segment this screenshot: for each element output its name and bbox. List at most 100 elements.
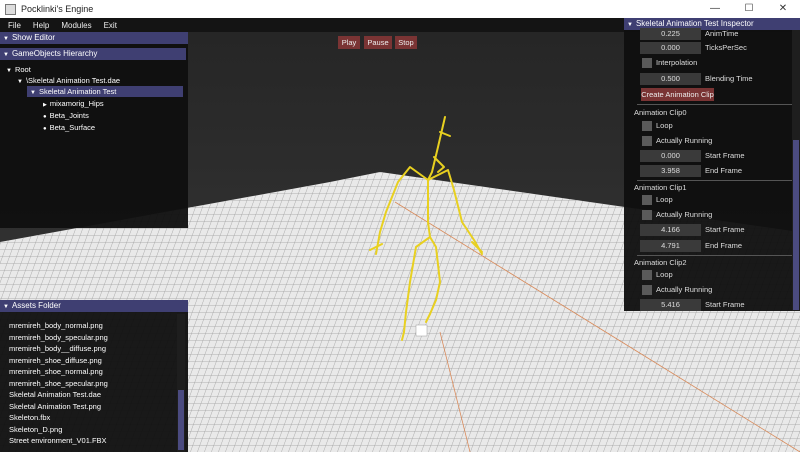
tree-node-root[interactable]: ▼ Root xyxy=(6,64,31,75)
stop-button[interactable]: Stop xyxy=(395,36,417,49)
window-controls: — ☐ ✕ xyxy=(698,0,800,18)
assets-panel-header[interactable]: ▼ Assets Folder xyxy=(0,300,188,312)
asset-file[interactable]: mremireh_shoe_normal.png xyxy=(0,366,180,378)
inspector-panel-title: Skeletal Animation Test Inspector xyxy=(635,19,754,28)
asset-list: mremireh_body_normal.png mremireh_body_s… xyxy=(0,320,180,447)
tree-label: Skeletal Animation Test xyxy=(38,87,117,96)
tree-label: Beta_Surface xyxy=(49,123,96,132)
clip1-start-label: Start Frame xyxy=(705,225,745,234)
anim-time-label: AnimTime xyxy=(705,29,739,38)
inspector-scrollbar-thumb[interactable] xyxy=(793,140,799,310)
leaf-bullet-icon: ● xyxy=(43,126,47,132)
inspector-scrollbar[interactable] xyxy=(792,30,800,311)
clip1-running-checkbox[interactable] xyxy=(642,210,652,220)
assets-panel: ▼ Assets Folder mremireh_body_normal.png … xyxy=(0,300,188,452)
clip0-loop-label: Loop xyxy=(656,121,673,130)
clip0-loop-checkbox[interactable] xyxy=(642,121,652,131)
interpolation-label: Interpolation xyxy=(656,58,698,67)
clip0-end-label: End Frame xyxy=(705,166,743,175)
editor-panel: ▼ Show Editor ▼ GameObjects Hierarchy ▼ Roo… xyxy=(0,32,188,228)
clip-header: Animation Clip0 xyxy=(634,108,687,117)
leaf-bullet-icon: ● xyxy=(43,114,47,120)
hierarchy-header[interactable]: ▼ GameObjects Hierarchy xyxy=(0,48,186,60)
blending-time-field[interactable]: 0.500 xyxy=(640,73,701,85)
scene-cube[interactable] xyxy=(415,324,428,337)
clip1-loop-label: Loop xyxy=(656,195,673,204)
clip2-loop-checkbox[interactable] xyxy=(642,270,652,280)
editor-panel-header[interactable]: ▼ Show Editor xyxy=(0,32,188,44)
menu-modules[interactable]: Modules xyxy=(61,21,91,30)
clip2-running-checkbox[interactable] xyxy=(642,285,652,295)
clip0-start-field[interactable]: 0.000 xyxy=(640,150,701,162)
expanded-icon: ▼ xyxy=(30,90,36,96)
tree-label: \Skeletal Animation Test.dae xyxy=(25,76,121,85)
collapse-icon[interactable]: ▼ xyxy=(3,52,9,58)
asset-file[interactable]: Skeleton.fbx xyxy=(0,412,180,424)
close-icon[interactable]: ✕ xyxy=(766,0,800,18)
assets-scrollbar[interactable] xyxy=(177,314,185,452)
inspector-panel: ▼ Skeletal Animation Test Inspector 0.225… xyxy=(624,18,800,311)
collapse-icon[interactable]: ▼ xyxy=(3,304,9,310)
hierarchy-title: GameObjects Hierarchy xyxy=(11,49,98,58)
clip0-running-checkbox[interactable] xyxy=(642,136,652,146)
clip2-running-label: Actually Running xyxy=(656,285,713,294)
expanded-icon: ▼ xyxy=(17,79,23,85)
separator xyxy=(637,104,800,105)
ticks-per-sec-label: TicksPerSec xyxy=(705,43,747,52)
expanded-icon: ▼ xyxy=(6,68,12,74)
asset-file[interactable]: mremireh_body__diffuse.png xyxy=(0,343,180,355)
tree-node-beta-surface[interactable]: ● Beta_Surface xyxy=(43,122,95,133)
tree-label: mixamorig_Hips xyxy=(49,99,104,108)
asset-file[interactable]: mremireh_shoe_diffuse.png xyxy=(0,355,180,367)
clip2-start-field[interactable]: 5.416 xyxy=(640,299,701,311)
menu-exit[interactable]: Exit xyxy=(104,21,117,30)
tree-node-dae[interactable]: ▼ \Skeletal Animation Test.dae xyxy=(17,75,120,86)
clip1-loop-checkbox[interactable] xyxy=(642,195,652,205)
asset-file[interactable]: Skeletal Animation Test.dae xyxy=(0,389,180,401)
anim-time-field[interactable]: 0.225 xyxy=(640,28,701,40)
collapse-icon[interactable]: ▼ xyxy=(3,36,9,42)
clip1-end-field[interactable]: 4.791 xyxy=(640,240,701,252)
tree-node-beta-joints[interactable]: ● Beta_Joints xyxy=(43,110,89,121)
tree-label: Root xyxy=(14,65,31,74)
app-icon xyxy=(5,3,16,15)
menu-help[interactable]: Help xyxy=(33,21,49,30)
separator xyxy=(637,180,800,181)
clip0-start-label: Start Frame xyxy=(705,151,745,160)
blending-time-label: Blending Time xyxy=(705,74,753,83)
tree-node-mixamorig-hips[interactable]: ▶ mixamorig_Hips xyxy=(43,98,104,109)
clip2-start-label: Start Frame xyxy=(705,300,745,309)
play-button[interactable]: Play xyxy=(338,36,360,49)
ticks-per-sec-field[interactable]: 0.000 xyxy=(640,42,701,54)
clip2-loop-label: Loop xyxy=(656,270,673,279)
menu-file[interactable]: File xyxy=(8,21,21,30)
asset-file[interactable]: mremireh_body_specular.png xyxy=(0,332,180,344)
clip-header: Animation Clip2 xyxy=(634,258,687,267)
window-title: Pocklinki's Engine xyxy=(21,4,94,14)
clip1-running-label: Actually Running xyxy=(656,210,713,219)
pause-button[interactable]: Pause xyxy=(364,36,392,49)
interpolation-checkbox[interactable] xyxy=(642,58,652,68)
tree-node-skeletal-animation-test[interactable]: ▼ Skeletal Animation Test xyxy=(27,86,183,97)
asset-file[interactable]: Skeletal Animation Test.png xyxy=(0,401,180,413)
clip0-running-label: Actually Running xyxy=(656,136,713,145)
create-animation-clip-button[interactable]: Create Animation Clip xyxy=(641,88,714,101)
assets-scrollbar-thumb[interactable] xyxy=(178,390,184,450)
clip1-start-field[interactable]: 4.166 xyxy=(640,224,701,236)
asset-file[interactable]: mremireh_body_normal.png xyxy=(0,320,180,332)
separator xyxy=(637,255,800,256)
clip-header: Animation Clip1 xyxy=(634,183,687,192)
assets-panel-title: Assets Folder xyxy=(11,301,61,310)
minimize-icon[interactable]: — xyxy=(698,0,732,18)
collapse-icon[interactable]: ▼ xyxy=(627,22,633,28)
tree-label: Beta_Joints xyxy=(49,111,89,120)
asset-file[interactable]: mremireh_shoe_specular.png xyxy=(0,378,180,390)
maximize-icon[interactable]: ☐ xyxy=(732,0,766,18)
window-titlebar: Pocklinki's Engine — ☐ ✕ xyxy=(0,0,800,18)
clip1-end-label: End Frame xyxy=(705,241,743,250)
asset-file[interactable]: Skeleton_D.png xyxy=(0,424,180,436)
editor-panel-title: Show Editor xyxy=(11,33,56,42)
asset-file[interactable]: Street environment_V01.FBX xyxy=(0,435,180,447)
collapsed-icon: ▶ xyxy=(43,102,47,108)
clip0-end-field[interactable]: 3.958 xyxy=(640,165,701,177)
